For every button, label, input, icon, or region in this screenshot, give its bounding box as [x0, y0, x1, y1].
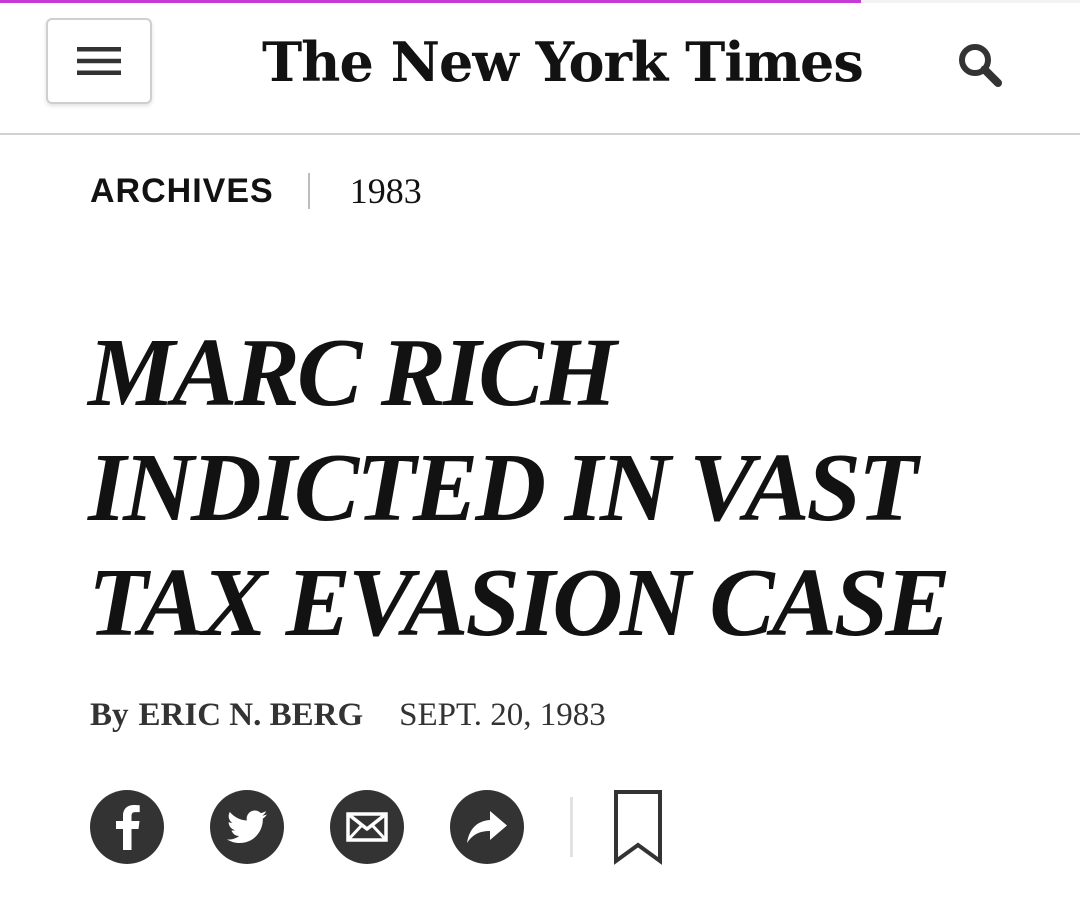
archive-year: 1983 [349, 171, 422, 211]
facebook-icon [116, 805, 140, 850]
twitter-icon [227, 810, 267, 843]
kicker: ARCHIVES 1983 [90, 166, 422, 216]
byline-author[interactable]: ERIC N. BERG [139, 697, 364, 734]
section-link-archives[interactable]: ARCHIVES [90, 172, 274, 211]
masthead: The New York Times [0, 3, 1080, 135]
byline: By ERIC N. BERG SEPT. 20, 1983 [90, 694, 606, 736]
publish-date: SEPT. 20, 1983 [399, 696, 606, 733]
search-button[interactable] [952, 37, 1008, 93]
email-icon [346, 812, 388, 842]
article-page: The New York Times ARCHIVES 1983 MARC RI… [0, 0, 1080, 905]
facebook-share-button[interactable] [90, 790, 164, 864]
headline-line: TAX EVASION CASE [88, 549, 951, 657]
share-tools [90, 789, 663, 865]
share-divider [570, 797, 573, 857]
nyt-logo[interactable]: The New York Times [262, 21, 864, 103]
headline-line: INDICTED IN VAST [88, 434, 918, 542]
kicker-divider [307, 173, 310, 209]
headline-line: MARC RICH [88, 319, 617, 427]
article-headline: MARC RICH INDICTED IN VAST TAX EVASION C… [88, 316, 1048, 661]
bookmark-icon [614, 790, 662, 865]
hamburger-icon [77, 47, 121, 75]
twitter-share-button[interactable] [210, 790, 284, 864]
more-share-button[interactable] [450, 790, 524, 864]
menu-button[interactable] [46, 18, 152, 104]
email-share-button[interactable] [330, 790, 404, 864]
search-icon [959, 44, 1002, 87]
save-article-button[interactable] [613, 789, 663, 865]
byline-prefix: By [90, 696, 129, 733]
share-arrow-icon [467, 811, 507, 843]
